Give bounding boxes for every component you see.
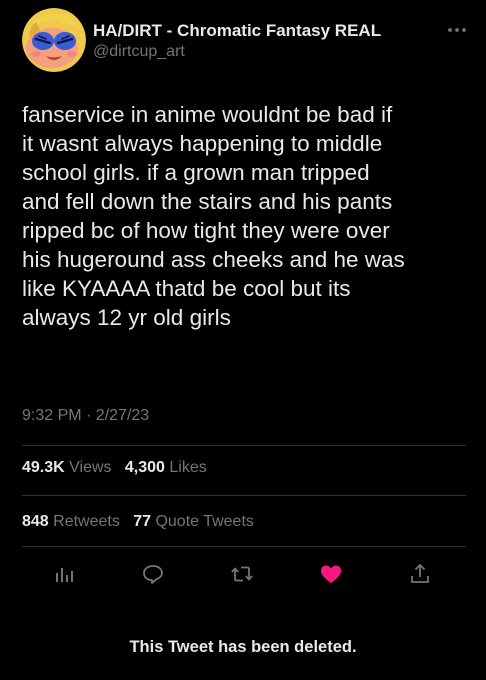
retweet-icon[interactable]	[230, 562, 254, 586]
analytics-icon[interactable]	[52, 562, 76, 586]
tweet-header: HA/DIRT - Chromatic Fantasy REAL @dirtcu…	[22, 8, 466, 74]
cartoon-face-avatar-icon	[22, 8, 86, 72]
share-icon[interactable]	[408, 562, 432, 586]
likes-stat[interactable]: 4,300 Likes	[125, 459, 207, 476]
stats-row-views-likes: 49.3K Views 4,300 Likes	[22, 459, 207, 477]
quotes-label: Quote Tweets	[155, 513, 254, 530]
retweets-stat[interactable]: 848 Retweets	[22, 513, 120, 530]
more-options-icon[interactable]	[446, 22, 468, 32]
tweet-text: fanservice in anime wouldnt be bad if it…	[22, 102, 405, 330]
reply-icon[interactable]	[141, 562, 165, 586]
user-handle[interactable]: @dirtcup_art	[93, 42, 381, 62]
views-label: Views	[69, 459, 112, 476]
like-heart-icon[interactable]	[319, 562, 343, 586]
likes-label: Likes	[169, 459, 207, 476]
tweet-timestamp[interactable]: 9:32 PM · 2/27/23	[22, 407, 149, 425]
divider	[22, 495, 466, 496]
author-names: HA/DIRT - Chromatic Fantasy REAL @dirtcu…	[93, 20, 381, 62]
views-count: 49.3K	[22, 459, 65, 476]
divider	[22, 445, 466, 446]
views-stat[interactable]: 49.3K Views	[22, 459, 112, 476]
avatar[interactable]	[22, 8, 86, 72]
retweets-label: Retweets	[53, 513, 120, 530]
quotes-count: 77	[133, 513, 151, 530]
retweets-count: 848	[22, 513, 49, 530]
tweet-card: HA/DIRT - Chromatic Fantasy REAL @dirtcu…	[0, 0, 486, 680]
divider	[22, 546, 466, 547]
display-name[interactable]: HA/DIRT - Chromatic Fantasy REAL	[93, 20, 381, 42]
action-bar	[0, 556, 486, 592]
likes-count: 4,300	[124, 459, 165, 476]
deleted-notice: This Tweet has been deleted.	[129, 638, 357, 656]
quotes-stat[interactable]: 77 Quote Tweets	[133, 513, 254, 530]
stats-row-retweets-quotes: 848 Retweets 77 Quote Tweets	[22, 513, 254, 531]
